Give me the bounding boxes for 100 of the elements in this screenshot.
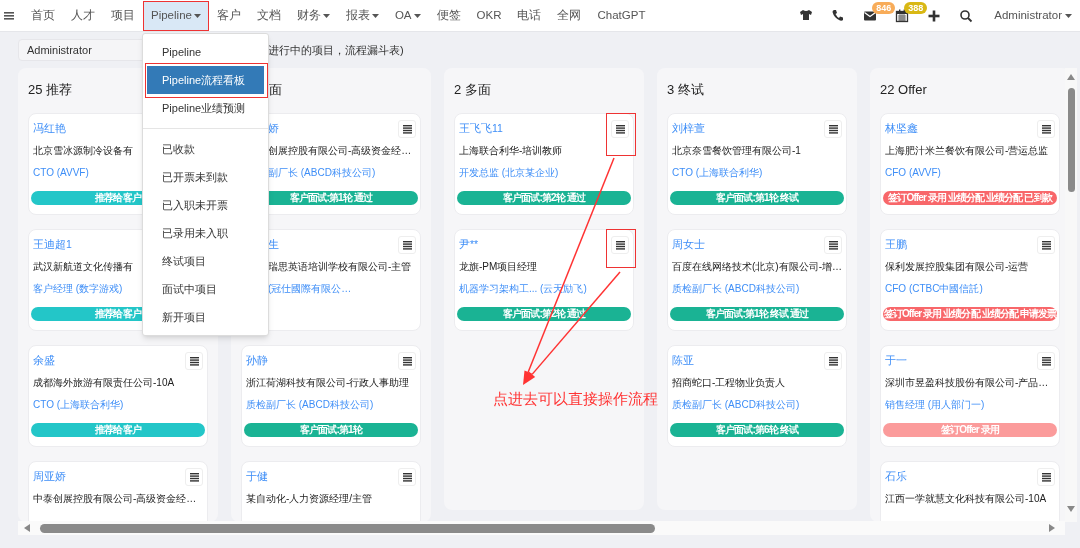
card-menu-button[interactable]: [611, 236, 629, 254]
menu-icon: [402, 472, 412, 482]
nav-item[interactable]: 电话: [509, 0, 550, 31]
scroll-left-icon[interactable]: [24, 524, 30, 532]
candidate-name[interactable]: 王迪超1: [33, 237, 72, 253]
card-menu-button[interactable]: [398, 236, 416, 254]
card-menu-button[interactable]: [398, 352, 416, 370]
menu-icon: [402, 124, 412, 134]
candidate-name[interactable]: 石乐: [885, 469, 907, 485]
filter-note: 进行中的项目，流程漏斗表): [268, 42, 404, 58]
scroll-down-icon[interactable]: [1067, 506, 1075, 512]
scrollbar-thumb[interactable]: [1068, 88, 1075, 192]
candidate-name[interactable]: 冯红艳: [33, 121, 66, 137]
card-menu-button[interactable]: [1037, 120, 1055, 138]
candidate-card[interactable]: 余盛 成都海外旅游有限责任公司-10A CTO (上海联合利华) 推荐给客户: [28, 345, 208, 447]
status-pill: 客户面试:第2轮 通过: [457, 191, 631, 205]
company-position: 成都海外旅游有限责任公司-10A: [33, 376, 175, 390]
status-pill: 客户面试:第1轮 终试: [670, 191, 844, 205]
candidate-card[interactable]: 刘梓萱 北京奈雪餐饮管理有限公司-1 CTO (上海联合利华) 客户面试:第1轮 终试: [667, 113, 847, 215]
card-menu-button[interactable]: [1037, 352, 1055, 370]
candidate-card[interactable]: 林坚鑫 上海肥汁米兰餐饮有限公司-营运总监 CFO (AVVF) 签订Offer 录用 业绩分配 业绩分配 已到款: [880, 113, 1060, 215]
client-role: 质检副厂长 (ABCD科技公司): [672, 398, 800, 412]
status-pill: 签订Offer 录用 业绩分配 业绩分配 申请发票: [883, 307, 1057, 321]
nav-item[interactable]: 项目: [103, 0, 143, 31]
card-menu-button[interactable]: [398, 468, 416, 486]
status-pill: 推荐给客户: [31, 423, 205, 437]
client-role: CTO (上海联合利华): [672, 166, 763, 180]
candidate-name[interactable]: 王飞飞11: [459, 121, 503, 137]
menu-icon: [615, 124, 625, 134]
card-menu-button[interactable]: [824, 352, 842, 370]
candidate-name[interactable]: 于健: [246, 469, 268, 485]
candidate-card[interactable]: 陈亚 招商蛇口-工程物业负责人 质检副厂长 (ABCD科技公司) 客户面试:第6轮 终试: [667, 345, 847, 447]
company-position: 深圳市昱盈科技股份有限公司-产品…: [885, 376, 1049, 390]
candidate-name[interactable]: 孙静: [246, 353, 268, 369]
scroll-right-icon[interactable]: [1049, 524, 1055, 532]
company-position: 保利发展控股集团有限公司-运营: [885, 260, 1029, 274]
company-position: 招商蛇口-工程物业负责人: [672, 376, 786, 390]
nav-item[interactable]: 财务: [288, 0, 338, 31]
count-badge: 846: [872, 1, 896, 14]
nav-item[interactable]: 文档: [248, 0, 289, 31]
status-pill: 客户面试:第1轮 终试 通过: [670, 307, 844, 321]
client-role: 客户经理 (数字游戏): [33, 282, 123, 296]
menu-icon: [1041, 240, 1051, 250]
nav-item[interactable]: 客户: [208, 0, 249, 31]
nav-item[interactable]: OKR: [468, 0, 510, 31]
nav-item[interactable]: 便签: [428, 0, 469, 31]
scroll-up-icon[interactable]: [1067, 74, 1075, 80]
company-position: 某自动化-人力资源经理/主管: [246, 492, 373, 506]
count-badge: 388: [904, 1, 928, 14]
candidate-name[interactable]: 余盛: [33, 353, 55, 369]
candidate-name[interactable]: 王鹏: [885, 237, 907, 253]
menu-button[interactable]: [4, 11, 14, 20]
nav-item[interactable]: 报表: [337, 0, 387, 31]
candidate-card[interactable]: 周女士 百度在线网络技术(北京)有限公司-增… 质检副厂长 (ABCD科技公司) 客户面试:第1轮 终试 通过: [667, 229, 847, 331]
menu-icon: [828, 124, 838, 134]
card-menu-button[interactable]: [1037, 468, 1055, 486]
candidate-card[interactable]: 王鹏 保利发展控股集团有限公司-运营 CFO (CTBC中國信託) 签订Offer 录用 业绩分配 业绩分配 申请发票: [880, 229, 1060, 331]
nav-item[interactable]: 人才: [63, 0, 103, 31]
dropdown-item[interactable]: Pipeline流程看板: [147, 66, 264, 94]
candidate-card[interactable]: 于一 深圳市昱盈科技股份有限公司-产品… 销售经理 (用人部门一) 签订Offer 录用: [880, 345, 1060, 447]
plus-icon: [927, 8, 942, 23]
candidate-card[interactable]: 王飞飞11 上海联合利华-培训教师 开发总监 (北京某企业) 客户面试:第2轮 通过: [454, 113, 634, 215]
client-role: 开发总监 (北京某企业): [459, 166, 559, 180]
candidate-card[interactable]: 石乐 江西一学就慧文化科技有限公司-10A: [880, 461, 1060, 522]
candidate-name[interactable]: 陈亚: [672, 353, 694, 369]
card-menu-button[interactable]: [824, 120, 842, 138]
candidate-card[interactable]: 于健 某自动化-人力资源经理/主管: [241, 461, 421, 522]
menu-icon: [1041, 124, 1051, 134]
candidate-name[interactable]: 林坚鑫: [885, 121, 918, 137]
nav-item[interactable]: OA: [386, 0, 429, 31]
menu-icon: [189, 472, 199, 482]
status-pill: 客户面试:第1轮: [244, 423, 418, 437]
user-menu[interactable]: Administrator: [994, 6, 1072, 25]
card-menu-button[interactable]: [185, 352, 203, 370]
card-menu-button[interactable]: [1037, 236, 1055, 254]
card-menu-button[interactable]: [398, 120, 416, 138]
horizontal-scrollbar[interactable]: [18, 521, 1065, 535]
candidate-name[interactable]: 于一: [885, 353, 907, 369]
candidate-card[interactable]: 周亚娇 中泰创展控股有限公司-高级资金经…: [28, 461, 208, 522]
candidate-name[interactable]: 尹**: [459, 237, 479, 253]
nav-item[interactable]: Pipeline: [143, 0, 209, 31]
highlight-box: [606, 229, 636, 268]
nav-item[interactable]: ChatGPT: [589, 0, 654, 31]
card-menu-button[interactable]: [824, 236, 842, 254]
candidate-card[interactable]: 孙静 浙江荷湖科技有限公司-行政人事助理 质检副厂长 (ABCD科技公司) 客户面试:第1轮: [241, 345, 421, 447]
menu-icon: [828, 356, 838, 366]
column-title: 2 多面: [454, 81, 491, 99]
scrollbar-thumb[interactable]: [40, 524, 655, 533]
status-pill: 客户面试:第6轮 终试: [670, 423, 844, 437]
vertical-scrollbar[interactable]: [1065, 68, 1077, 522]
card-menu-button[interactable]: [185, 468, 203, 486]
company-position: 中泰创展控股有限公司-高级资金经…: [33, 492, 197, 506]
menu-icon: [1041, 472, 1051, 482]
nav-item[interactable]: 首页: [23, 0, 63, 31]
nav-item[interactable]: 全网: [549, 0, 590, 31]
candidate-name[interactable]: 周女士: [672, 237, 705, 253]
candidate-name[interactable]: 生: [268, 237, 279, 253]
card-menu-button[interactable]: [611, 120, 629, 138]
company-position: 龙旗-PM项目经理: [459, 260, 538, 274]
candidate-name[interactable]: 周亚娇: [33, 469, 66, 485]
